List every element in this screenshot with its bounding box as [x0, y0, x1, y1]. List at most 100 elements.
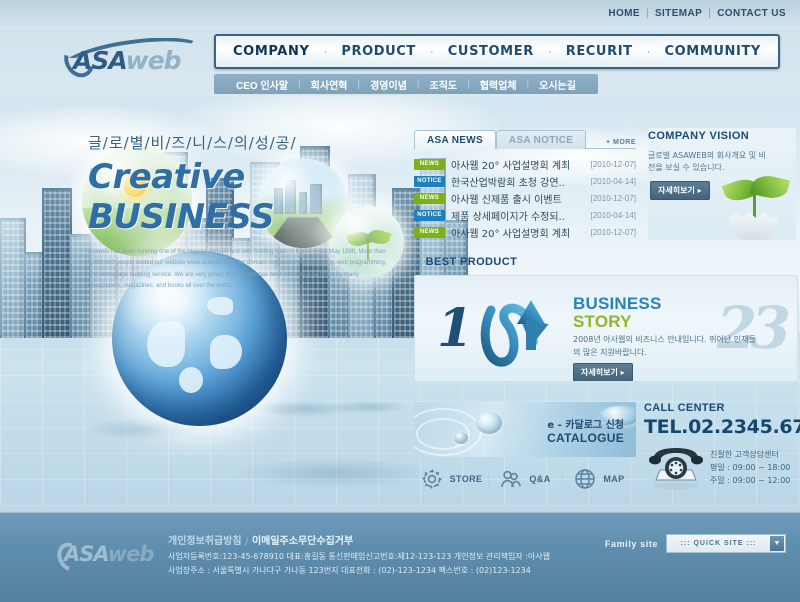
best-product-heading-text: BEST PRODUCT: [425, 256, 518, 268]
nav-dot-1: ·: [323, 45, 328, 58]
footer-divider: [0, 512, 800, 513]
family-site-select[interactable]: ::: QUICK SITE ::: ▼: [666, 534, 786, 553]
news-list-item[interactable]: NOTICE 한국산업박람회 초청 강연.. [2010-04-14]: [414, 173, 636, 189]
quick-links-bar: STORE Q&A MAP: [414, 462, 636, 496]
news-more-link[interactable]: + MORE: [606, 139, 636, 146]
quick-link-store-label: STORE: [449, 474, 483, 484]
family-site-label: Family site: [604, 538, 658, 549]
call-center-phone-number: TEL.02.2345.6789: [644, 416, 800, 438]
globe-icon: [575, 469, 596, 489]
best-product-title-line2: STORY: [573, 312, 632, 331]
news-item-title[interactable]: 제품 상세페이지가 수정되..: [451, 208, 591, 223]
subnav-item-company-history[interactable]: 회사연혁: [301, 77, 358, 92]
news-badge: NEWS: [414, 158, 445, 170]
news-list-item[interactable]: NEWS 아사웹 20° 사업설명회 계최 [2010-12-07]: [414, 224, 636, 240]
hero-description: Asaweb has been running one of the bigge…: [88, 249, 387, 290]
utility-links: HOME | SITEMAP | CONTACT US: [608, 8, 786, 19]
news-panel: ASA NEWS ASA NOTICE + MORE NEWS 아사웹 20° …: [414, 128, 636, 241]
top-utility-bar: HOME | SITEMAP | CONTACT US: [0, 0, 800, 30]
hero-title: Creative BUSINESS: [88, 157, 275, 237]
news-item-date: [2010-04-14]: [590, 210, 636, 220]
chevron-down-icon[interactable]: ▼: [770, 536, 784, 551]
webpage-root: HOME | SITEMAP | CONTACT US ASAweb COMPA…: [0, 0, 800, 602]
growth-arrow-icon: [480, 300, 549, 367]
quick-link-qa[interactable]: Q&A: [488, 467, 562, 491]
footer-info-line1: 사업자등록번호:123-45-678910 대표:홍길동 통신판매업신고번호:제…: [168, 552, 550, 561]
footer-logo[interactable]: ASAweb: [48, 536, 168, 577]
call-center-panel: CALL CENTER TEL.02.2345.6789 친절한 고객상담센터 …: [644, 402, 800, 490]
catalogue-banner[interactable]: e - 카달로그 신청 CATALOGUE: [414, 402, 636, 457]
hero-kicker: 글/로/별/비/즈/니/스/의/성/공/: [88, 134, 297, 152]
news-item-title[interactable]: 아사웹 20° 사업설명회 계최: [451, 225, 591, 240]
subnav-item-organization-chart[interactable]: 조직도: [420, 77, 468, 92]
best-product-title-line1: BUSINESS: [573, 294, 662, 313]
company-vision-more-button[interactable]: 자세히보기 ▸: [650, 181, 710, 200]
people-icon: [501, 470, 522, 488]
utility-separator-1: |: [645, 8, 649, 19]
quick-link-store[interactable]: STORE: [414, 467, 488, 491]
news-item-date: [2010-12-07]: [590, 159, 636, 169]
footer-logo-primary: ASA: [64, 542, 109, 566]
footer-privacy-policy-link[interactable]: 개인정보취급방침: [168, 536, 242, 547]
tab-asa-notice[interactable]: ASA NOTICE: [495, 130, 587, 149]
subnav-item-directions[interactable]: 오시는길: [529, 77, 586, 92]
nav-item-community[interactable]: COMMUNITY: [665, 44, 761, 59]
nav-dot-2: ·: [430, 45, 434, 58]
footer-logo-secondary: web: [107, 542, 155, 566]
news-list-item[interactable]: NEWS 아사웹 20° 사업설명회 계최 [2010-12-07]: [414, 156, 636, 172]
news-list-item[interactable]: NOTICE 제품 상세페이지가 수정되.. [2010-04-14]: [414, 207, 636, 223]
hero-text-block: 글/로/별/비/즈/니/스/의/성/공/ Creative BUSINESS A…: [88, 132, 418, 293]
news-item-title[interactable]: 아사웹 20° 사업설명회 계최: [451, 157, 591, 172]
nav-item-recurit[interactable]: RECURIT: [566, 44, 633, 59]
best-product-panel: 1 2 3 BUSINESS STORY 2008년 아사웹의 비즈니스 안내입…: [414, 275, 798, 382]
nav-dot-3: ·: [547, 45, 552, 58]
best-product-heading-dots: ::: [414, 256, 423, 268]
nav-item-company[interactable]: COMPANY: [233, 44, 309, 59]
news-list: NEWS 아사웹 20° 사업설명회 계최 [2010-12-07] NOTIC…: [414, 156, 636, 240]
subnav-item-management-philosophy[interactable]: 경영이념: [360, 77, 417, 92]
best-product-button-wrap: 자세히보기 ▸: [573, 362, 633, 381]
gear-icon: [421, 469, 442, 489]
news-badge: NEWS: [414, 192, 445, 204]
footer-email-refusal-link[interactable]: 이메일주소무단수집거부: [252, 536, 353, 547]
quick-link-qa-label: Q&A: [529, 474, 551, 484]
utility-link-contact-us[interactable]: CONTACT US: [717, 8, 786, 19]
call-center-info-line3: 주말 : 09:00 ~ 12:00: [710, 476, 791, 486]
best-product-more-button[interactable]: 자세히보기 ▸: [573, 363, 633, 381]
subnav-item-ceo-greeting[interactable]: CEO 인사말: [226, 77, 298, 92]
sub-navigation: CEO 인사말 | 회사연혁 | 경영이념 | 조직도 | 협력업체 | 오시는…: [214, 74, 598, 94]
quick-link-map[interactable]: MAP: [562, 467, 636, 491]
news-list-item[interactable]: NEWS 아사웹 신제품 출시 이벤트 [2010-12-07]: [414, 190, 636, 206]
catalogue-title-english: CATALOGUE: [547, 431, 624, 445]
site-logo[interactable]: ASAweb: [55, 38, 205, 83]
footer-logo-text: ASAweb: [64, 542, 155, 566]
utility-link-home[interactable]: HOME: [608, 8, 640, 19]
page-footer: ASAweb 개인정보취급방침 / 이메일주소무단수집거부 사업자등록번호:12…: [0, 512, 800, 602]
news-badge: NOTICE: [414, 175, 445, 187]
footer-business-info: 사업자등록번호:123-45-678910 대표:홍길동 통신판매업신고번호:제…: [168, 550, 550, 578]
call-center-title: CALL CENTER: [644, 402, 725, 414]
company-vision-panel: COMPANY VISION 글로벌 ASAWEB의 회사개요 및 비전을 보실…: [648, 128, 796, 240]
family-site-group: Family site ::: QUICK SITE ::: ▼: [605, 534, 786, 553]
tab-asa-news[interactable]: ASA NEWS: [414, 130, 496, 149]
subnav-item-partners[interactable]: 협력업체: [470, 77, 527, 92]
water-drop-2: [454, 432, 468, 444]
call-center-info-line2: 평일 : 09:00 ~ 18:00: [710, 463, 791, 473]
nav-item-customer[interactable]: CUSTOMER: [448, 44, 534, 59]
sprout-in-eggshell-image: [718, 171, 792, 240]
slide-number-1[interactable]: 1: [437, 298, 473, 359]
logo-text-primary: ASA: [73, 46, 127, 75]
news-item-title[interactable]: 아사웹 신제품 출시 이벤트: [451, 191, 591, 206]
best-product-heading: :: BEST PRODUCT: [414, 256, 517, 268]
news-badge: NOTICE: [414, 209, 445, 221]
water-drop-1: [476, 412, 502, 434]
news-item-date: [2010-04-14]: [590, 176, 636, 186]
nav-item-product[interactable]: PRODUCT: [341, 44, 416, 59]
call-center-info-line1: 친절한 고객상담센터: [710, 450, 779, 459]
main-navigation: COMPANY · PRODUCT · CUSTOMER · RECURIT ·…: [214, 34, 780, 69]
news-item-title[interactable]: 한국산업박람회 초청 강연..: [451, 174, 591, 189]
best-product-description: 2008년 아사웹의 비즈니스 안내입니다. 뛰어난 인재들의 많은 지원바랍니…: [573, 335, 756, 357]
utility-link-sitemap[interactable]: SITEMAP: [655, 8, 702, 19]
logo-text: ASAweb: [73, 46, 182, 75]
news-item-date: [2010-12-07]: [590, 193, 636, 203]
